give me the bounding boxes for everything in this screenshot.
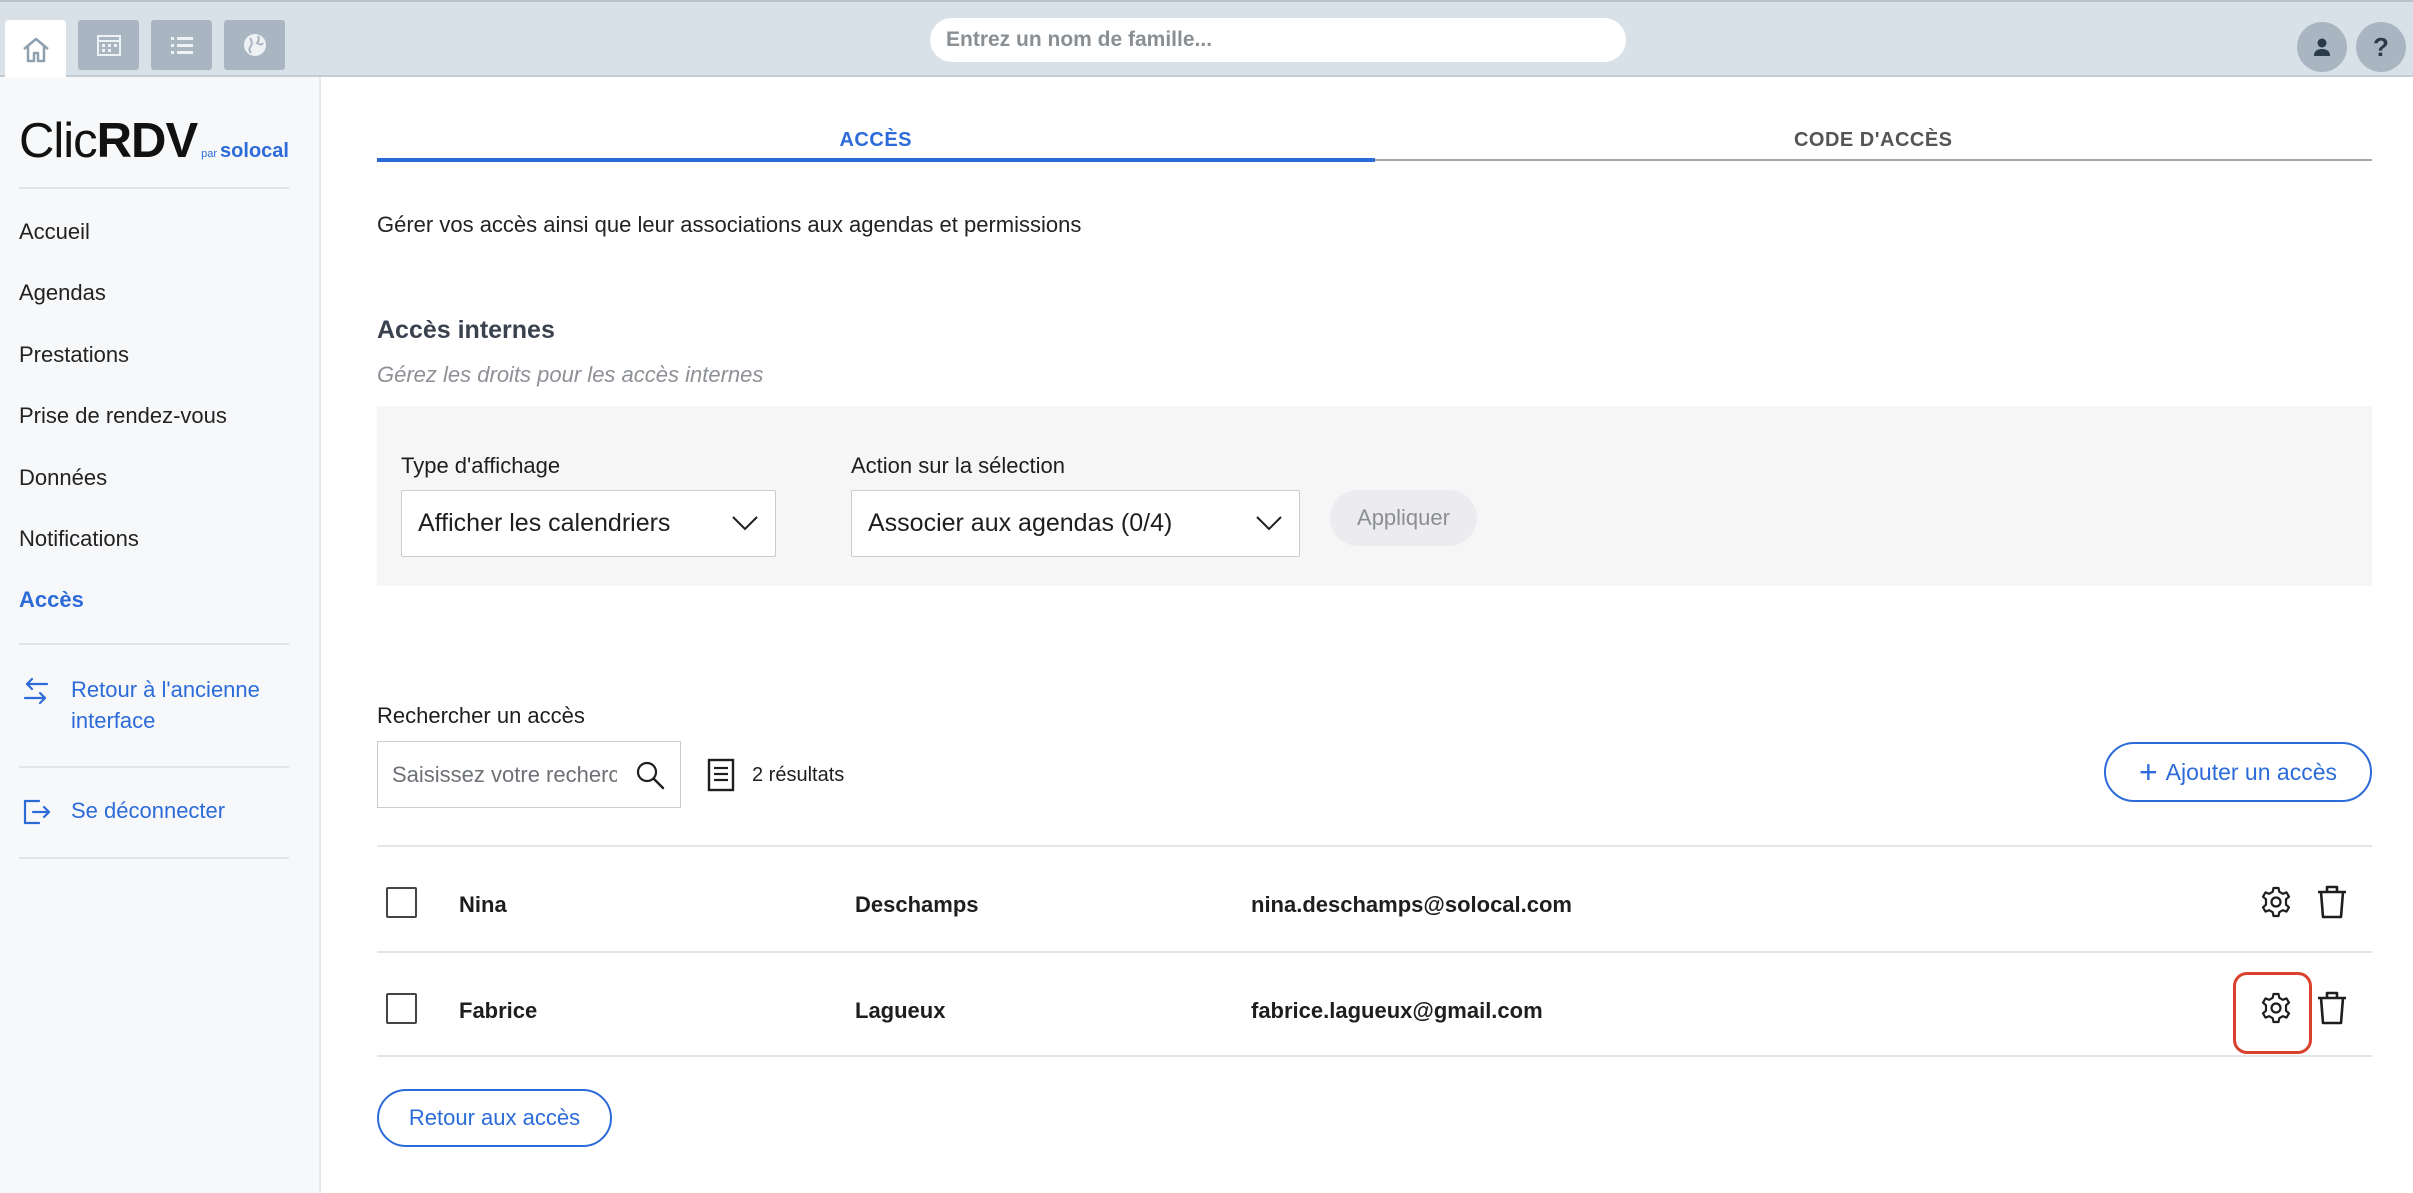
tabs: ACCÈS CODE D'ACCÈS	[377, 125, 2373, 162]
last-name-cell: Deschamps	[855, 892, 979, 917]
top-bar: ?	[0, 0, 2413, 79]
display-type-select[interactable]: Afficher les calendriers	[401, 490, 776, 557]
sidebar-item-prise-de-rendez-vous[interactable]: Prise de rendez-vous	[19, 403, 227, 429]
first-name-cell: Nina	[459, 892, 507, 917]
sidebar-item-donnees[interactable]: Données	[19, 465, 107, 491]
divider	[19, 643, 289, 645]
trash-icon[interactable]	[2315, 884, 2349, 920]
swap-arrows-icon	[23, 677, 49, 705]
access-table: Nina Deschamps nina.deschamps@solocal.co…	[377, 845, 2372, 1057]
sidebar: ClicRDV par solocal Accueil Agendas Pres…	[0, 77, 321, 1193]
user-button[interactable]	[2297, 22, 2347, 72]
email-cell: fabrice.lagueux@gmail.com	[1251, 998, 1543, 1023]
sidebar-item-accueil[interactable]: Accueil	[19, 219, 90, 245]
section-subtitle: Gérez les droits pour les accès internes	[377, 362, 764, 387]
chevron-down-icon	[732, 516, 758, 531]
document-icon	[707, 758, 735, 792]
table-row: Nina Deschamps nina.deschamps@solocal.co…	[377, 845, 2372, 951]
selection-action-value: Associer aux agendas (0/4)	[868, 509, 1173, 537]
trash-icon[interactable]	[2315, 990, 2349, 1026]
logo-rdv: RDV	[96, 114, 198, 168]
sidebar-item-agendas[interactable]: Agendas	[19, 280, 106, 306]
section-title: Accès internes	[377, 316, 555, 344]
row-checkbox[interactable]	[386, 993, 417, 1024]
add-access-button[interactable]: + Ajouter un accès	[2104, 742, 2372, 802]
apply-button[interactable]: Appliquer	[1330, 490, 1477, 546]
help-button[interactable]: ?	[2356, 22, 2406, 72]
home-icon	[22, 37, 49, 62]
user-icon	[2314, 38, 2330, 56]
list-button[interactable]	[151, 20, 212, 70]
search-access-input[interactable]	[392, 758, 617, 792]
retour-ancienne-interface-link[interactable]: Retour à l'ancienne interface	[19, 674, 289, 736]
add-access-label: Ajouter un accès	[2165, 758, 2337, 785]
calendar-button[interactable]	[78, 20, 139, 70]
help-icon: ?	[2373, 31, 2389, 62]
search-access-field	[377, 741, 681, 808]
sidebar-item-acces[interactable]: Accès	[19, 587, 84, 613]
display-type-label: Type d'affichage	[401, 453, 561, 478]
display-type-value: Afficher les calendriers	[418, 509, 671, 537]
gear-icon[interactable]	[2259, 991, 2293, 1025]
logo-solocal: solocal	[220, 140, 289, 162]
logo-par: par	[201, 148, 218, 160]
results-count: 2 résultats	[706, 758, 844, 792]
retour-ancienne-interface-label: Retour à l'ancienne interface	[71, 677, 260, 733]
divider	[19, 187, 289, 189]
family-name-search-input[interactable]	[930, 18, 1626, 62]
home-button[interactable]	[5, 20, 66, 79]
email-cell: nina.deschamps@solocal.com	[1251, 892, 1572, 917]
first-name-cell: Fabrice	[459, 998, 538, 1023]
page-description: Gérer vos accès ainsi que leur associati…	[377, 212, 1082, 237]
globe-button[interactable]	[224, 20, 285, 70]
list-icon	[170, 37, 193, 54]
calendar-icon	[96, 35, 121, 56]
tab-acces[interactable]: ACCÈS	[377, 125, 1375, 162]
globe-icon	[243, 34, 266, 56]
search-icon[interactable]	[634, 759, 666, 791]
row-checkbox[interactable]	[386, 887, 417, 918]
logout-label: Se déconnecter	[71, 798, 226, 823]
chevron-down-icon	[1256, 516, 1282, 531]
results-count-label: 2 résultats	[752, 763, 845, 786]
selection-action-label: Action sur la sélection	[851, 453, 1065, 478]
logo-clic: Clic	[19, 114, 98, 168]
sidebar-item-notifications[interactable]: Notifications	[19, 526, 139, 552]
divider	[19, 766, 289, 768]
selection-action-select[interactable]: Associer aux agendas (0/4)	[851, 490, 1300, 557]
divider	[19, 857, 289, 859]
logout-icon	[23, 799, 51, 825]
table-row: Fabrice Lagueux fabrice.lagueux@gmail.co…	[377, 951, 2372, 1057]
gear-icon[interactable]	[2259, 885, 2293, 919]
back-to-access-button[interactable]: Retour aux accès	[377, 1089, 612, 1147]
tab-code-acces[interactable]: CODE D'ACCÈS	[1375, 125, 2373, 159]
clicrdv-logo[interactable]: ClicRDV par solocal	[19, 113, 289, 169]
last-name-cell: Lagueux	[855, 998, 946, 1023]
plus-icon: +	[2138, 754, 2158, 790]
search-access-label: Rechercher un accès	[377, 703, 585, 728]
sidebar-item-prestations[interactable]: Prestations	[19, 342, 129, 368]
logout-link[interactable]: Se déconnecter	[19, 795, 225, 829]
